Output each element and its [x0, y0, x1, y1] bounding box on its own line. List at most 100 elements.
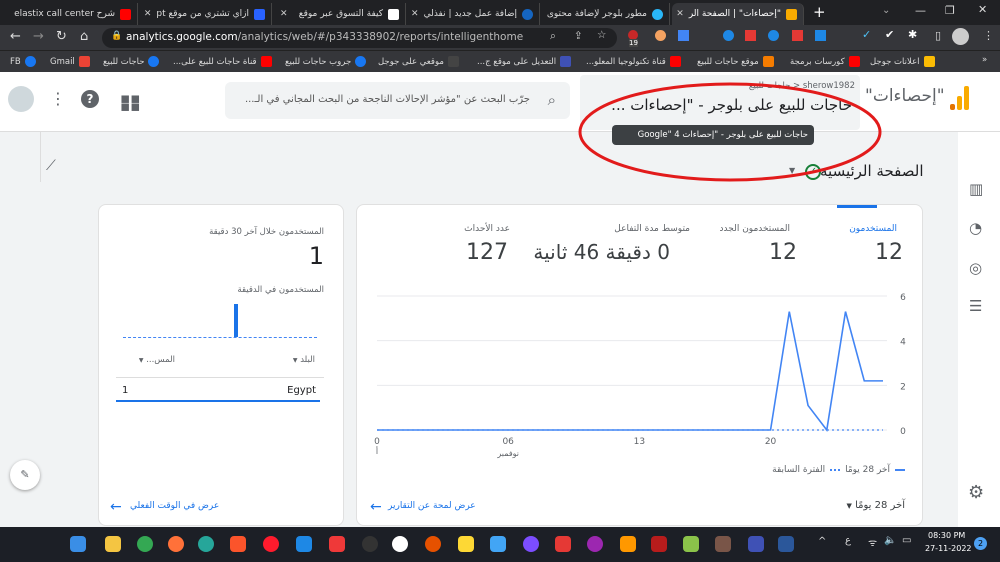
arrow-left-icon[interactable]: ←	[370, 499, 382, 515]
forward-icon[interactable]: →	[33, 29, 44, 44]
bookmark-star-icon[interactable]: ☆	[597, 29, 606, 41]
bookmark[interactable]: قناة تكنولوجيا المعلو...	[586, 56, 681, 67]
address-bar[interactable]: 🔒 analytics.google.com/analytics/web/#/p…	[102, 28, 617, 48]
bookmark[interactable]: اعلانات جوجل	[870, 56, 935, 67]
explore-icon[interactable]: ◔	[969, 219, 982, 237]
vlc-icon[interactable]	[620, 536, 636, 552]
messenger-icon[interactable]	[523, 536, 539, 552]
word-icon[interactable]	[778, 536, 794, 552]
check-extension-icon[interactable]: ✓	[862, 28, 871, 41]
clock-time[interactable]: 08:30 PM	[928, 531, 965, 540]
reload-icon[interactable]: ↻	[56, 29, 67, 44]
share-icon[interactable]: ⇪	[574, 30, 583, 42]
menu-icon[interactable]: ⋮	[983, 29, 994, 42]
insights-icon[interactable]: ⟋	[46, 158, 56, 174]
clock-date[interactable]: 27-11-2022	[925, 544, 972, 553]
extension-icon[interactable]	[792, 30, 803, 41]
metric-events-label[interactable]: عدد الأحداث	[420, 224, 510, 234]
app-icon[interactable]	[683, 536, 699, 552]
browser-icon[interactable]	[425, 536, 441, 552]
profile-avatar[interactable]	[952, 28, 969, 45]
minimize-icon[interactable]: —	[915, 4, 926, 17]
browser-tab[interactable]: كيفة التسوق عبر موقع ✕	[274, 3, 406, 25]
close-tab-icon[interactable]: ✕	[144, 9, 152, 19]
bookmark[interactable]: حاجات للبيع	[103, 56, 160, 67]
filezilla-icon[interactable]	[651, 536, 667, 552]
bookmark-gmail[interactable]: Gmail	[50, 56, 90, 67]
bookmark[interactable]: موقع حاجات للبيع	[697, 56, 774, 67]
metric-engagement-label[interactable]: متوسط مدة التفاعل	[540, 224, 690, 234]
tray-chevron-icon[interactable]: ^	[818, 536, 826, 547]
bookmark[interactable]: موقعي على جوجل	[378, 56, 459, 67]
advertising-icon[interactable]: ◎	[969, 259, 982, 277]
extension-icon[interactable]	[815, 30, 826, 41]
app-icon[interactable]	[715, 536, 731, 552]
maxthon-icon[interactable]	[296, 536, 312, 552]
close-tab-icon[interactable]: ✕	[411, 9, 419, 19]
tab-search-icon[interactable]: ⌄	[882, 5, 890, 16]
browser-tab[interactable]: إضافة عمل جديد | نفذلي ✕	[408, 3, 540, 25]
app-icon[interactable]	[458, 536, 474, 552]
extension-icon[interactable]	[745, 30, 756, 41]
start-icon[interactable]	[70, 536, 86, 552]
wifi-icon[interactable]: ᯤ	[868, 535, 877, 549]
bookmark[interactable]: جروب حاجات للبيع	[285, 56, 367, 67]
browser-tab-active[interactable]: "إحصاءات" | الصفحة الر ✕	[672, 3, 804, 25]
browser-tab[interactable]: شرح elastix call center ✕	[8, 3, 138, 25]
close-tab-icon[interactable]: ✕	[676, 9, 684, 19]
input-language[interactable]: ع	[845, 535, 851, 546]
user-avatar[interactable]	[8, 86, 34, 112]
battery-icon[interactable]: ▭	[902, 535, 911, 546]
yandex-icon[interactable]	[392, 536, 408, 552]
chrome-icon[interactable]	[137, 536, 153, 552]
realtime-link[interactable]: عرض في الوقت الفعلي	[130, 501, 230, 511]
close-tab-icon[interactable]: ✕	[280, 9, 288, 19]
more-options-icon[interactable]: ⋮	[50, 89, 66, 108]
volume-icon[interactable]: 🔈	[884, 535, 896, 546]
restore-icon[interactable]: ❐	[945, 4, 955, 17]
app-icon[interactable]	[748, 536, 764, 552]
podcast-icon[interactable]	[587, 536, 603, 552]
home-icon[interactable]: ⌂	[80, 29, 88, 44]
bookmark[interactable]: كورسات برمجة	[790, 56, 860, 67]
search-icon[interactable]: ⌕	[548, 91, 556, 109]
check-extension-icon[interactable]: ✔	[885, 28, 894, 41]
metric-users-label[interactable]: المستخدمون	[800, 224, 897, 234]
vivaldi-icon[interactable]	[329, 536, 345, 552]
search-input[interactable]: جرّب البحث عن "مؤشر الإحالات الناجحة من …	[225, 82, 570, 119]
feedback-icon[interactable]: ✎	[10, 460, 40, 490]
close-tab-icon[interactable]: ✕	[8, 9, 9, 19]
reports-icon[interactable]: ▥	[969, 180, 983, 198]
extension-icon[interactable]	[655, 30, 666, 41]
opera-icon[interactable]	[263, 536, 279, 552]
bookmark[interactable]: قناة حاجات للبيع على...	[173, 56, 272, 67]
close-window-icon[interactable]: ✕	[978, 3, 987, 16]
edge-icon[interactable]	[198, 536, 214, 552]
browser-tab[interactable]: مطور بلوجر لإضافة محتوى✕	[542, 3, 670, 25]
metric-new-users-label[interactable]: المستخدمون الجدد	[680, 224, 790, 234]
zoom-icon[interactable]: ⌕	[550, 30, 556, 43]
new-tab-button[interactable]: +	[813, 3, 826, 21]
help-icon[interactable]: ?	[81, 90, 99, 108]
sidepanel-icon[interactable]: ▯	[935, 29, 941, 42]
brave-icon[interactable]	[230, 536, 246, 552]
back-icon[interactable]: ←	[10, 29, 21, 44]
settings-gear-icon[interactable]: ⚙	[968, 482, 984, 503]
firefox-icon[interactable]	[168, 536, 184, 552]
translate-extension-icon[interactable]	[678, 30, 689, 41]
reports-snapshot-link[interactable]: عرض لمحة عن التقارير	[388, 501, 488, 511]
date-range-selector[interactable]: آخر 28 يومًا ▼	[835, 500, 906, 511]
browser-tab[interactable]: ازاي تشتري من موقع pt ✕	[140, 3, 272, 25]
extensions-puzzle-icon[interactable]: ✱	[908, 28, 917, 41]
file-explorer-icon[interactable]	[105, 536, 121, 552]
app-icon[interactable]	[490, 536, 506, 552]
country-column-dropdown[interactable]: البلد ▼	[270, 355, 315, 365]
extension-icon[interactable]	[768, 30, 779, 41]
users-column-dropdown[interactable]: المس... ▼	[125, 355, 175, 365]
browser-icon[interactable]	[362, 536, 378, 552]
recorder-icon[interactable]	[555, 536, 571, 552]
notification-badge[interactable]: 2	[974, 537, 987, 550]
configure-list-icon[interactable]: ☰	[969, 297, 982, 315]
more-bookmarks[interactable]: »	[982, 55, 987, 65]
arrow-left-icon[interactable]: ←	[110, 499, 122, 515]
